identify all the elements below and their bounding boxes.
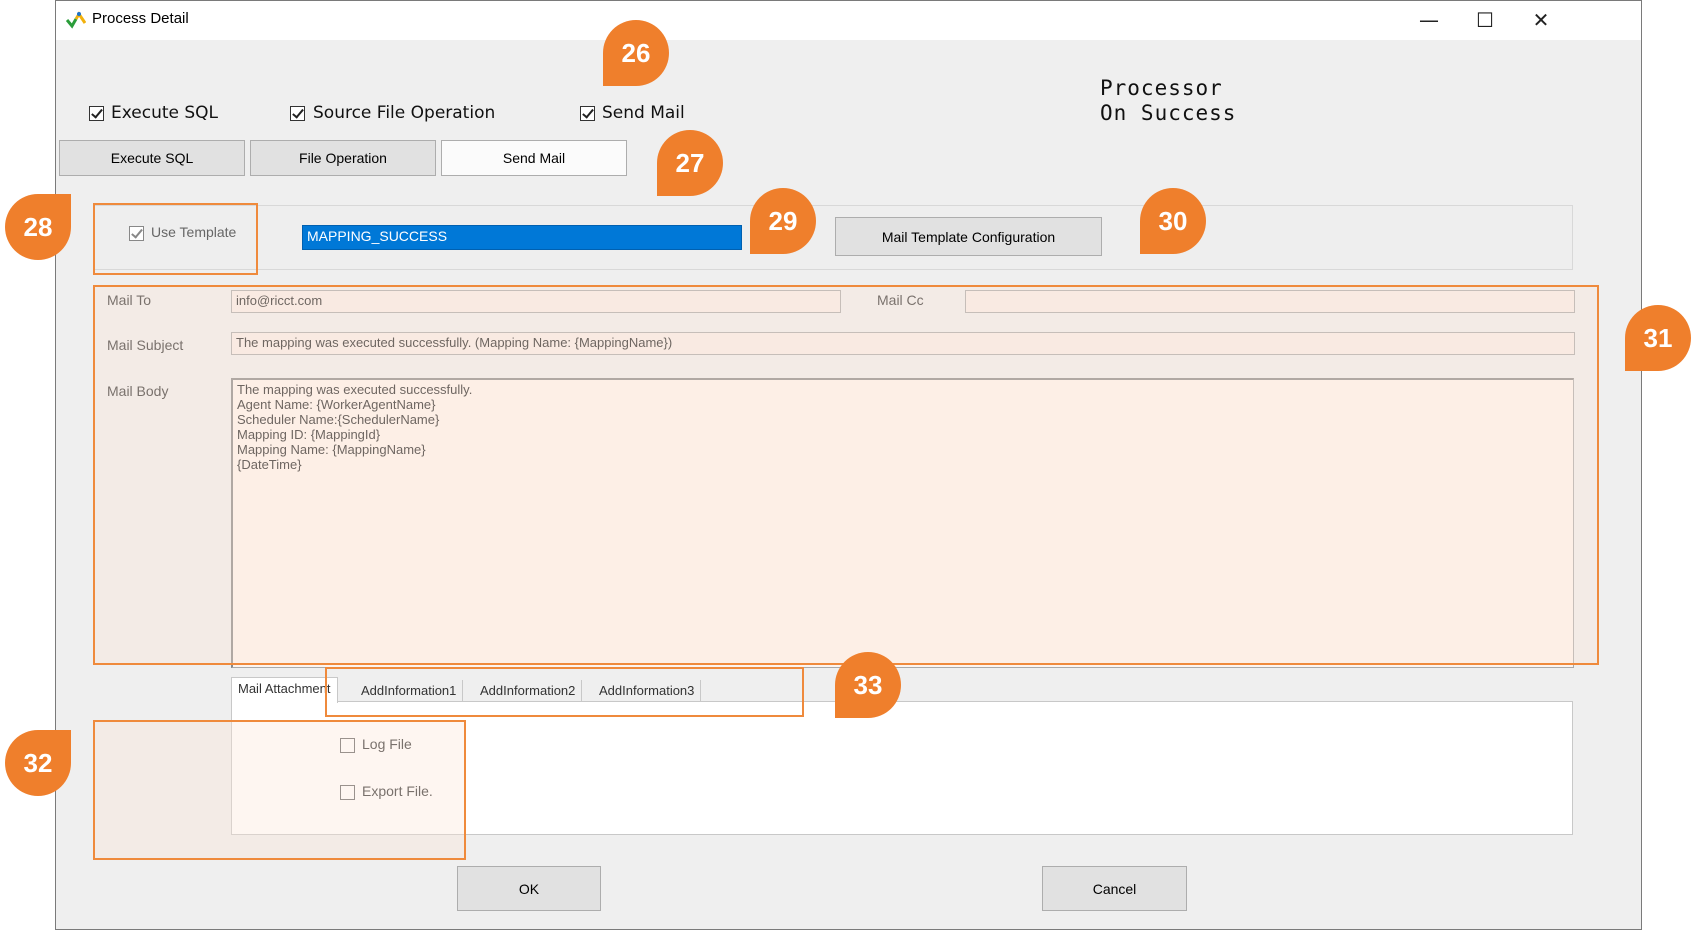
title-bar	[55, 0, 1642, 40]
highlight-attachments	[93, 720, 466, 860]
callout-badge: 31	[1625, 305, 1691, 371]
close-button[interactable]: ✕	[1518, 4, 1564, 36]
callout-badge: 28	[5, 194, 71, 260]
template-select[interactable]: MAPPING_SUCCESS	[302, 225, 742, 250]
tab-mail-attachment[interactable]: Mail Attachment	[231, 677, 338, 703]
callout-badge: 30	[1140, 188, 1206, 254]
callout-badge: 26	[603, 20, 669, 86]
tab-send-mail[interactable]: Send Mail	[441, 140, 627, 176]
highlight-mail-fields	[93, 285, 1599, 665]
mail-template-configuration-button[interactable]: Mail Template Configuration	[835, 217, 1102, 256]
execute-sql-checkbox[interactable]	[89, 106, 104, 121]
send-mail-checkbox[interactable]	[580, 106, 595, 121]
callout-badge: 32	[5, 730, 71, 796]
tab-file-operation[interactable]: File Operation	[250, 140, 436, 176]
cancel-button[interactable]: Cancel	[1042, 866, 1187, 911]
processor-heading: Processor On Success	[1100, 76, 1236, 126]
source-file-operation-checkbox[interactable]	[290, 106, 305, 121]
source-file-operation-label: Source File Operation	[313, 103, 496, 123]
ok-button[interactable]: OK	[457, 866, 601, 911]
processor-line2: On Success	[1100, 101, 1237, 125]
window-title: Process Detail	[92, 10, 189, 27]
tab-execute-sql[interactable]: Execute SQL	[59, 140, 245, 176]
highlight-add-information-tabs	[325, 667, 804, 717]
maximize-button[interactable]: ☐	[1462, 4, 1508, 36]
callout-badge: 33	[835, 652, 901, 718]
minimize-button[interactable]: —	[1406, 4, 1452, 36]
app-logo-icon	[66, 11, 86, 29]
callout-badge: 27	[657, 130, 723, 196]
execute-sql-label: Execute SQL	[111, 103, 219, 123]
send-mail-label: Send Mail	[602, 103, 685, 123]
callout-badge: 29	[750, 188, 816, 254]
highlight-use-template	[93, 203, 258, 275]
processor-line1: Processor	[1100, 76, 1223, 100]
